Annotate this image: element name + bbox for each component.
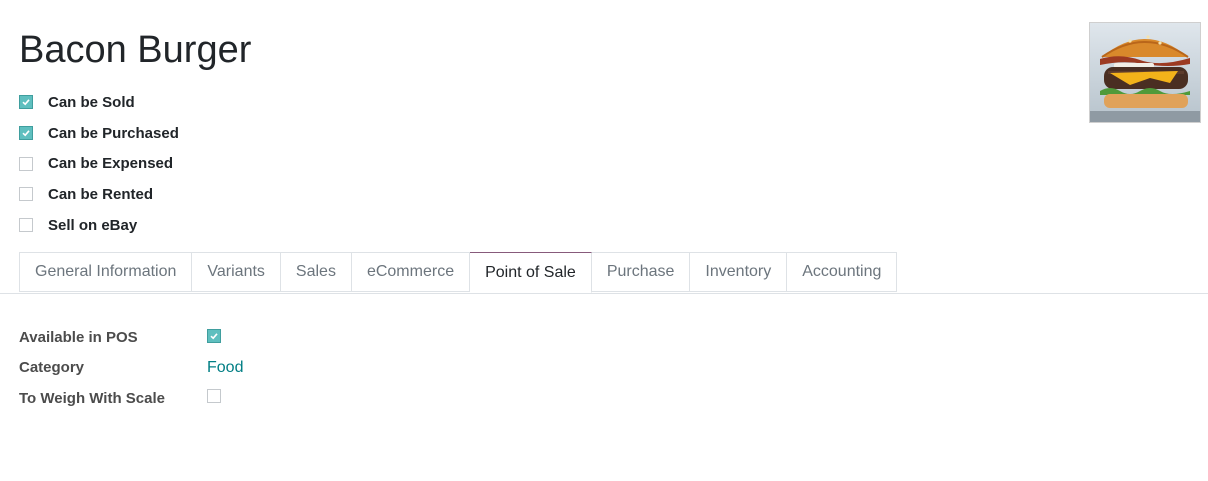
option-sell-on-ebay[interactable]: Sell on eBay: [19, 210, 179, 241]
to-weigh-with-scale-label: To Weigh With Scale: [19, 389, 165, 407]
check-icon: [210, 333, 218, 340]
available-in-pos-row: Available in POS: [19, 322, 243, 353]
tab-list: General Information Variants Sales eComm…: [19, 252, 898, 293]
available-in-pos-label: Available in POS: [19, 328, 138, 346]
can-be-expensed-checkbox[interactable]: [19, 156, 33, 171]
tab-sales[interactable]: Sales: [280, 252, 352, 292]
product-options: Can be Sold Can be Purchased Can be Expe…: [19, 87, 179, 240]
pos-fields: Available in POS Category Food To Weigh …: [19, 322, 243, 414]
product-image[interactable]: [1089, 22, 1201, 123]
check-icon: [22, 99, 30, 106]
option-label: Can be Expensed: [48, 155, 174, 173]
product-form: Bacon Burger Can be Sold Can be Purchase…: [0, 0, 1208, 481]
option-label: Can be Sold: [48, 93, 135, 111]
option-can-be-expensed[interactable]: Can be Expensed: [19, 148, 179, 179]
tab-inventory[interactable]: Inventory: [690, 252, 788, 292]
can-be-sold-checkbox[interactable]: [19, 95, 33, 110]
tab-ecommerce[interactable]: eCommerce: [351, 252, 471, 292]
product-name[interactable]: Bacon Burger: [19, 28, 251, 72]
category-label: Category: [19, 359, 85, 377]
to-weigh-with-scale-row: To Weigh With Scale: [19, 383, 243, 414]
option-label: Sell on eBay: [48, 216, 138, 234]
notebook-tabs: General Information Variants Sales eComm…: [0, 252, 1208, 294]
available-in-pos-checkbox[interactable]: [207, 329, 221, 344]
option-can-be-purchased[interactable]: Can be Purchased: [19, 118, 179, 149]
sell-on-ebay-checkbox[interactable]: [19, 218, 33, 233]
available-in-pos-value: [207, 328, 221, 346]
can-be-rented-checkbox[interactable]: [19, 187, 33, 202]
category-link[interactable]: Food: [207, 359, 243, 377]
tab-accounting[interactable]: Accounting: [787, 252, 898, 292]
tab-variants[interactable]: Variants: [192, 252, 281, 292]
category-row: Category Food: [19, 353, 243, 384]
can-be-purchased-checkbox[interactable]: [19, 126, 33, 141]
to-weigh-with-scale-checkbox[interactable]: [207, 388, 221, 403]
burger-photo-icon: [1090, 23, 1200, 122]
tab-purchase[interactable]: Purchase: [591, 252, 691, 292]
to-weigh-with-scale-value: [207, 388, 221, 408]
option-can-be-rented[interactable]: Can be Rented: [19, 179, 179, 210]
option-label: Can be Purchased: [48, 124, 179, 142]
option-can-be-sold[interactable]: Can be Sold: [19, 87, 179, 118]
tab-point-of-sale[interactable]: Point of Sale: [470, 252, 592, 293]
option-label: Can be Rented: [48, 185, 154, 203]
tab-general-information[interactable]: General Information: [19, 252, 193, 292]
check-icon: [22, 130, 30, 137]
